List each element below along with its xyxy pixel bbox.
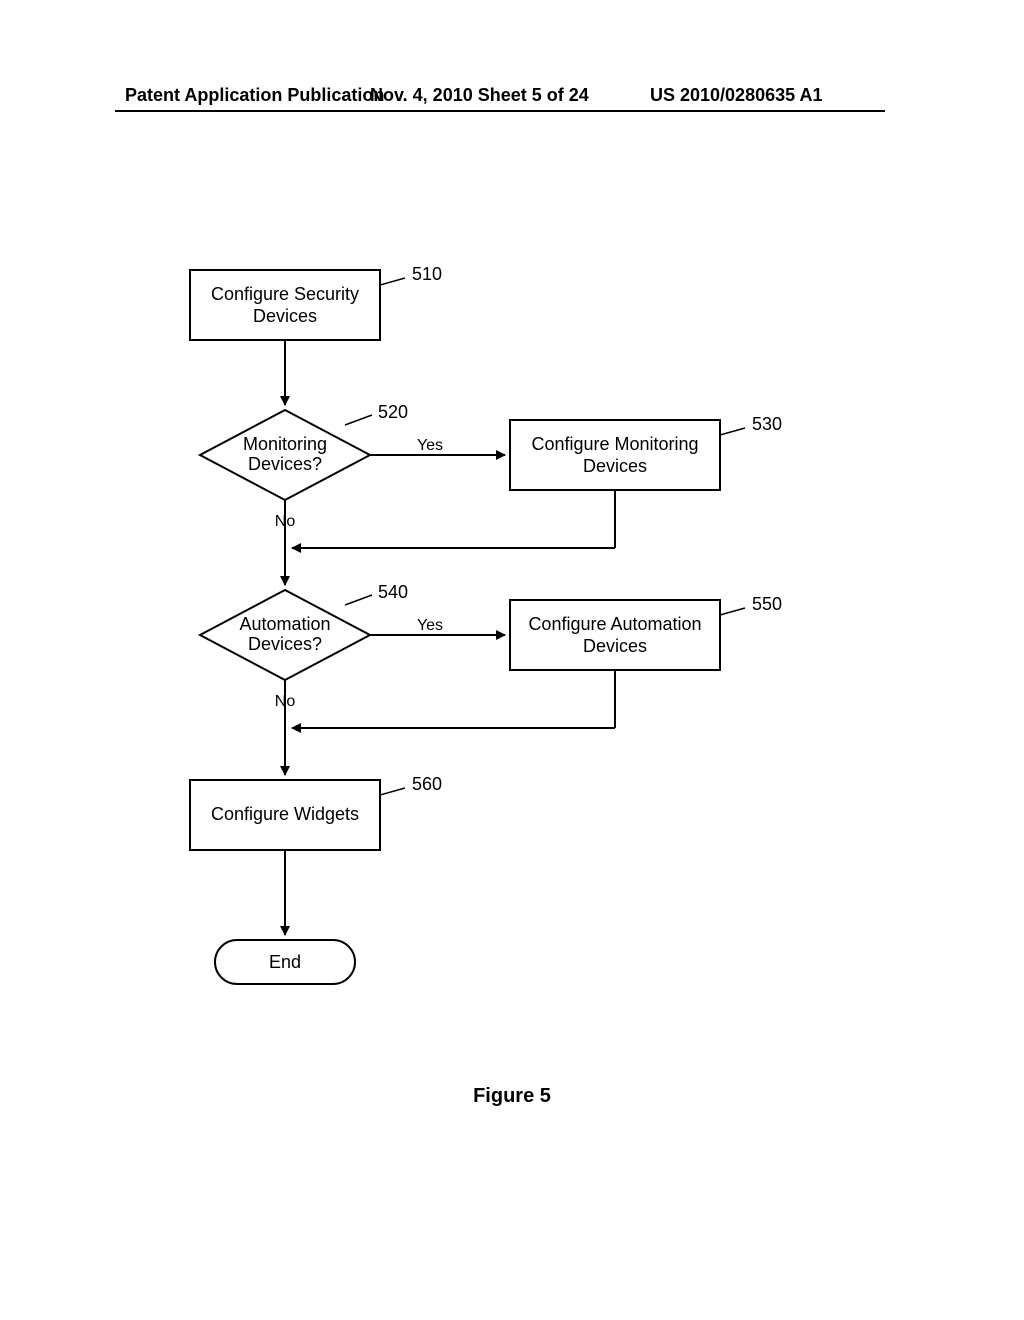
figure-caption: Figure 5 <box>0 1085 1024 1108</box>
header-left: Patent Application Publication <box>125 85 384 106</box>
step-550-line2: Devices <box>583 636 647 656</box>
leader-560 <box>380 788 405 795</box>
decision-540-line2: Devices? <box>248 634 322 654</box>
decision-540-line1: Automation <box>239 614 330 634</box>
step-530-line2: Devices <box>583 456 647 476</box>
leader-550 <box>720 608 745 615</box>
header-rule <box>115 110 885 112</box>
header-right: US 2010/0280635 A1 <box>650 85 822 106</box>
flowchart: Configure Security Devices 510 Monitorin… <box>140 250 860 1040</box>
leader-540 <box>345 595 372 605</box>
edge-520-yes-label: Yes <box>417 437 443 454</box>
step-510-box <box>190 270 380 340</box>
leader-520 <box>345 415 372 425</box>
decision-520-line2: Devices? <box>248 454 322 474</box>
ref-540: 540 <box>378 582 408 602</box>
step-530-box <box>510 420 720 490</box>
step-560-line1: Configure Widgets <box>211 804 359 824</box>
end-label: End <box>269 952 301 972</box>
step-530-line1: Configure Monitoring <box>531 434 698 454</box>
step-550-box <box>510 600 720 670</box>
header-center: Nov. 4, 2010 Sheet 5 of 24 <box>370 85 589 106</box>
edge-540-no-label: No <box>275 693 296 710</box>
leader-530 <box>720 428 745 435</box>
edge-540-yes-label: Yes <box>417 617 443 634</box>
step-510-line1: Configure Security <box>211 284 359 304</box>
page: Patent Application Publication Nov. 4, 2… <box>0 0 1024 1320</box>
decision-520-line1: Monitoring <box>243 434 327 454</box>
ref-530: 530 <box>752 414 782 434</box>
ref-550: 550 <box>752 594 782 614</box>
edge-520-no-label: No <box>275 513 296 530</box>
step-510-line2: Devices <box>253 306 317 326</box>
ref-510: 510 <box>412 264 442 284</box>
step-550-line1: Configure Automation <box>528 614 701 634</box>
ref-520: 520 <box>378 402 408 422</box>
ref-560: 560 <box>412 774 442 794</box>
leader-510 <box>380 278 405 285</box>
